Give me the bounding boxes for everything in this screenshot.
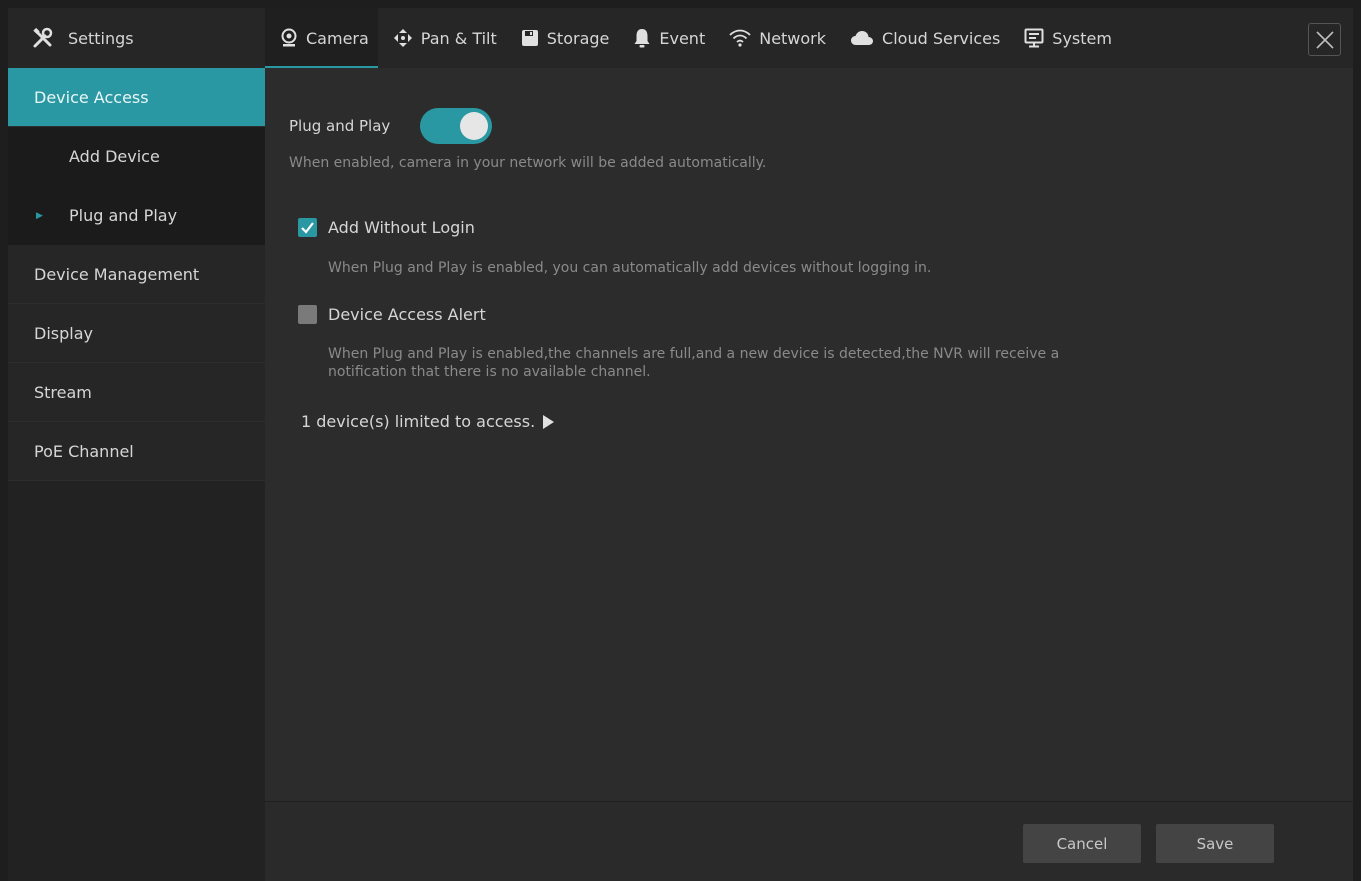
sidebar-item-device-access[interactable]: Device Access	[8, 68, 265, 127]
tab-label: Camera	[306, 28, 369, 48]
monitor-icon	[1024, 28, 1044, 48]
add-without-login-row: Add Without Login	[298, 218, 475, 237]
tab-camera[interactable]: Camera	[265, 8, 378, 68]
settings-title: Settings	[68, 28, 134, 48]
wifi-icon	[729, 29, 751, 47]
tab-system[interactable]: System	[1009, 8, 1121, 68]
device-access-alert-label: Device Access Alert	[328, 305, 486, 324]
pan-tilt-icon	[393, 28, 413, 48]
limited-devices-link[interactable]: 1 device(s) limited to access.	[301, 412, 555, 431]
sidebar-item-plug-and-play[interactable]: ▶ Plug and Play	[8, 186, 265, 245]
sidebar-item-label: Plug and Play	[69, 206, 178, 225]
device-access-alert-checkbox[interactable]	[298, 305, 317, 324]
main-content: Plug and Play When enabled, camera in yo…	[265, 68, 1353, 801]
plug-and-play-help: When enabled, camera in your network wil…	[289, 155, 767, 171]
tab-label: Network	[759, 28, 827, 48]
sidebar-item-device-management[interactable]: Device Management	[8, 245, 265, 304]
tab-label: System	[1052, 28, 1112, 48]
device-access-alert-row: Device Access Alert	[298, 305, 486, 324]
plug-and-play-label: Plug and Play	[289, 117, 391, 135]
tab-cloud-services[interactable]: Cloud Services	[835, 8, 1009, 68]
play-arrow-icon	[543, 414, 555, 429]
help-line: When Plug and Play is enabled,the channe…	[328, 346, 1060, 362]
settings-brand: Settings	[8, 8, 265, 68]
sidebar-item-poe-channel[interactable]: PoE Channel	[8, 422, 265, 481]
tab-pan-tilt[interactable]: Pan & Tilt	[378, 8, 506, 68]
device-access-alert-help: When Plug and Play is enabled,the channe…	[328, 345, 1059, 381]
tab-label: Cloud Services	[882, 28, 1001, 48]
add-without-login-help: When Plug and Play is enabled, you can a…	[328, 260, 932, 276]
toggle-knob	[460, 112, 489, 140]
settings-tools-icon	[33, 27, 53, 48]
sidebar: Device Access Add Device ▶ Plug and Play…	[8, 68, 265, 881]
sidebar-item-label: Add Device	[69, 147, 160, 166]
tab-network[interactable]: Network	[714, 8, 835, 68]
add-without-login-label: Add Without Login	[328, 218, 475, 237]
limited-devices-text: 1 device(s) limited to access.	[301, 412, 536, 431]
plug-and-play-row: Plug and Play	[289, 108, 493, 144]
sidebar-item-display[interactable]: Display	[8, 304, 265, 363]
tab-storage[interactable]: Storage	[506, 8, 619, 68]
camera-icon	[280, 28, 298, 48]
close-icon	[1315, 30, 1334, 49]
sidebar-item-add-device[interactable]: Add Device	[8, 127, 265, 186]
save-button[interactable]: Save	[1156, 824, 1274, 863]
cancel-button[interactable]: Cancel	[1023, 824, 1141, 863]
bell-icon	[633, 28, 651, 48]
footer-bar: Cancel Save	[265, 801, 1353, 881]
sidebar-item-label: Display	[34, 323, 93, 343]
storage-icon	[521, 29, 539, 47]
tab-label: Storage	[546, 28, 610, 48]
sidebar-item-stream[interactable]: Stream	[8, 363, 265, 422]
sidebar-item-label: PoE Channel	[34, 441, 134, 461]
tab-bar: Camera Pan & Tilt Storage Event Network …	[265, 8, 1121, 68]
tab-event[interactable]: Event	[618, 8, 714, 68]
sidebar-item-label: Device Management	[34, 264, 200, 284]
sidebar-item-label: Device Access	[34, 87, 149, 107]
tab-label: Event	[659, 28, 706, 48]
top-bar: Settings Camera Pan & Tilt Storage Event…	[8, 8, 1353, 68]
close-button[interactable]	[1308, 23, 1341, 56]
cloud-icon	[850, 30, 874, 46]
plug-and-play-toggle[interactable]	[420, 108, 493, 144]
add-without-login-checkbox[interactable]	[298, 218, 317, 237]
check-icon	[301, 222, 314, 234]
sidebar-item-label: Stream	[34, 382, 92, 402]
caret-right-icon: ▶	[36, 210, 43, 221]
help-line: notification that there is no available …	[328, 364, 651, 380]
settings-window: Settings Camera Pan & Tilt Storage Event…	[8, 8, 1353, 881]
tab-label: Pan & Tilt	[420, 28, 497, 48]
